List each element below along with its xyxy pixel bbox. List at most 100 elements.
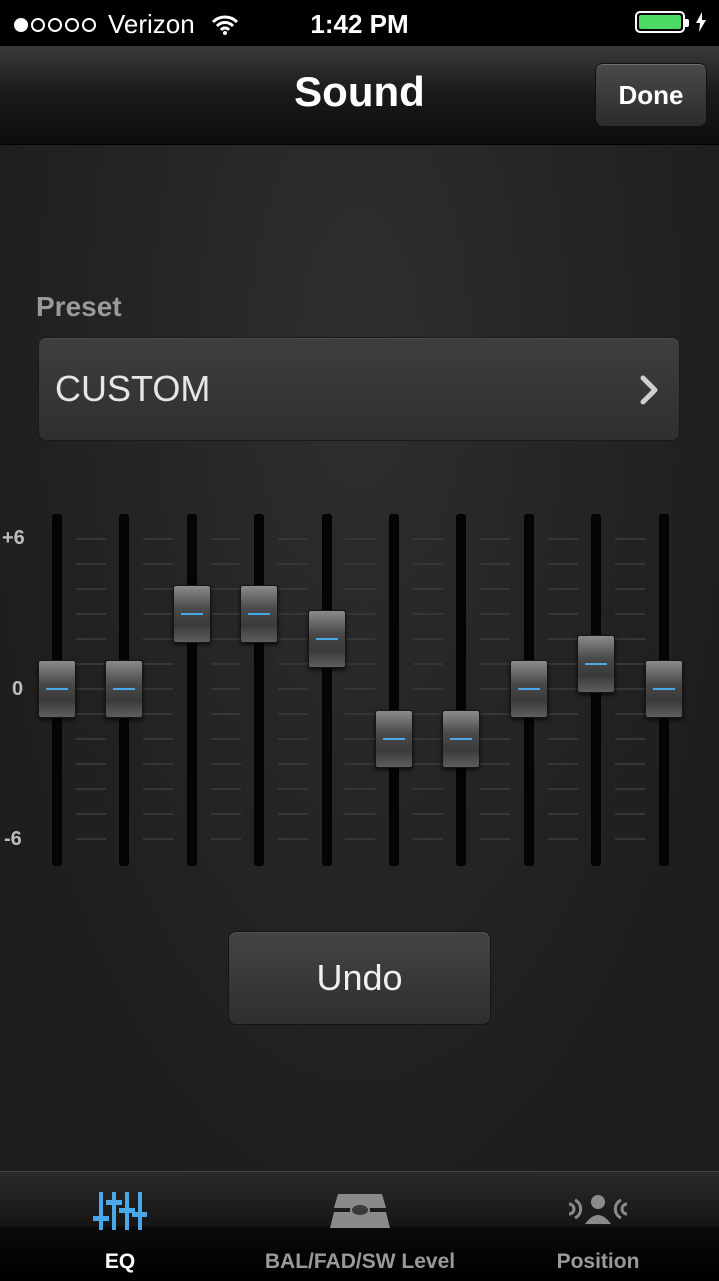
tab-eq[interactable]: EQ	[0, 1172, 240, 1281]
scale-tick	[277, 538, 308, 540]
scale-tick	[210, 813, 241, 815]
eq-band-slider-10[interactable]	[644, 660, 683, 718]
eq-band-slider-4[interactable]	[240, 585, 279, 643]
scale-tick	[143, 563, 174, 565]
scale-tick	[210, 563, 241, 565]
tab-label-bal: BAL/FAD/SW Level	[264, 1250, 456, 1273]
status-bar: Verizon 1:42 PM	[0, 0, 719, 46]
scale-tick	[210, 713, 241, 715]
scale-tick	[277, 788, 308, 790]
scale-tick	[75, 663, 106, 665]
done-button[interactable]: Done	[595, 63, 707, 127]
scale-tick	[210, 763, 241, 765]
scale-tick	[143, 763, 174, 765]
scale-tick	[143, 613, 174, 615]
scale-tick	[547, 613, 578, 615]
scale-tick	[547, 738, 578, 740]
scale-tick	[210, 838, 241, 840]
scale-tick	[480, 688, 511, 690]
battery-icon	[635, 11, 689, 33]
scale-tick	[480, 813, 511, 815]
scale-tick	[210, 663, 241, 665]
scale-tick	[412, 813, 443, 815]
sound-settings-panel: Preset CUSTOM +6 0 -6 Undo	[0, 145, 719, 1171]
scale-tick	[614, 663, 645, 665]
scale-tick	[143, 838, 174, 840]
eq-band-slider-3[interactable]	[172, 585, 211, 643]
scale-tick	[75, 688, 106, 690]
scale-tick	[614, 688, 645, 690]
scale-tick	[614, 838, 645, 840]
scale-tick	[412, 538, 443, 540]
scale-tick	[143, 538, 174, 540]
scale-tick	[143, 713, 174, 715]
tab-bar: EQ BAL/FAD/SW Level Position	[0, 1171, 719, 1281]
scale-tick	[143, 688, 174, 690]
scale-tick	[412, 638, 443, 640]
scale-tick	[547, 588, 578, 590]
eq-band-slider-6[interactable]	[375, 710, 413, 768]
scale-tick	[143, 638, 174, 640]
scale-tick	[277, 713, 308, 715]
eq-band-slider-7[interactable]	[442, 710, 481, 768]
chevron-right-icon	[640, 375, 658, 405]
eq-band-track-7	[456, 514, 467, 866]
scale-tick	[277, 638, 308, 640]
scale-tick	[547, 813, 578, 815]
scale-tick	[345, 813, 376, 815]
scale-tick	[614, 613, 645, 615]
scale-tick	[210, 738, 241, 740]
scale-tick	[143, 788, 174, 790]
eq-band-slider-2[interactable]	[105, 660, 144, 718]
scale-tick	[614, 638, 645, 640]
eq-band-slider-8[interactable]	[509, 660, 548, 718]
scale-tick	[75, 638, 106, 640]
scale-tick	[210, 638, 241, 640]
tab-position[interactable]: Position	[478, 1172, 718, 1281]
scale-tick	[614, 763, 645, 765]
scale-tick	[480, 538, 511, 540]
equalizer: +6 0 -6	[0, 514, 719, 866]
tab-bal-fad-sw-level[interactable]: BAL/FAD/SW Level	[240, 1172, 480, 1281]
scale-tick	[345, 663, 376, 665]
car-seats-icon	[330, 1194, 390, 1228]
undo-button[interactable]: Undo	[228, 931, 491, 1025]
scale-tick	[412, 838, 443, 840]
scale-tick	[412, 788, 443, 790]
eq-band-slider-1[interactable]	[38, 660, 76, 718]
scale-tick	[345, 788, 376, 790]
scale-tick	[480, 738, 511, 740]
scale-tick	[345, 588, 376, 590]
scale-tick	[277, 663, 308, 665]
scale-tick	[345, 538, 376, 540]
scale-tick	[345, 713, 376, 715]
scale-tick	[547, 713, 578, 715]
scale-tick	[480, 838, 511, 840]
eq-band-slider-5[interactable]	[307, 610, 346, 668]
scale-tick	[547, 788, 578, 790]
scale-tick	[143, 588, 174, 590]
scale-tick	[547, 688, 578, 690]
scale-tick	[547, 838, 578, 840]
scale-tick	[480, 763, 511, 765]
scale-tick	[480, 613, 511, 615]
scale-tick	[210, 688, 241, 690]
scale-tick	[143, 738, 174, 740]
eq-band-slider-9[interactable]	[577, 635, 616, 693]
eq-band-track-4	[254, 514, 265, 866]
scale-tick	[277, 838, 308, 840]
scale-tick	[547, 763, 578, 765]
scale-tick	[277, 738, 308, 740]
scale-tick	[614, 588, 645, 590]
scale-tick	[143, 813, 174, 815]
scale-tick	[480, 563, 511, 565]
scale-tick	[75, 813, 106, 815]
scale-tick	[345, 638, 376, 640]
scale-label-min: -6	[4, 828, 22, 850]
scale-tick	[547, 663, 578, 665]
scale-tick	[345, 738, 376, 740]
scale-tick	[412, 613, 443, 615]
preset-selector[interactable]: CUSTOM	[38, 337, 680, 441]
scale-tick	[75, 563, 106, 565]
scale-tick	[75, 713, 106, 715]
